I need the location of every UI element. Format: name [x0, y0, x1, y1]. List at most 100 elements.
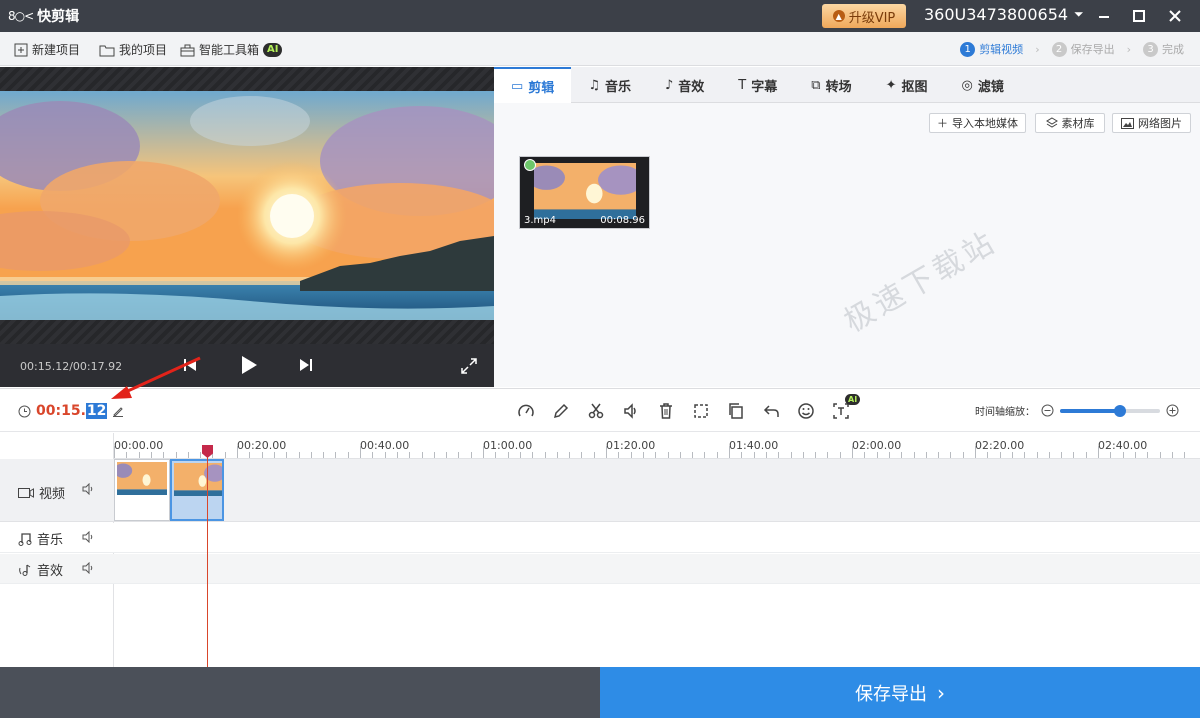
ai-badge: AI — [845, 394, 861, 405]
play-icon — [242, 356, 257, 374]
media-duration: 00:08.96 — [600, 215, 645, 226]
new-project-button[interactable]: 新建项目 — [14, 41, 80, 58]
import-local-media-button[interactable]: ＋ 导入本地媒体 — [929, 113, 1026, 133]
copy-button[interactable] — [718, 401, 753, 421]
ruler-minor-tick — [753, 452, 755, 458]
maximize-icon — [1133, 10, 1145, 22]
ruler-label: 02:00.00 — [852, 439, 902, 452]
ruler-minor-tick — [581, 452, 583, 458]
my-projects-button[interactable]: 我的项目 — [99, 41, 167, 58]
upgrade-vip-button[interactable]: ▲ 升级VIP — [822, 4, 906, 28]
ruler-minor-tick — [741, 452, 743, 458]
smart-toolbox-button[interactable]: 智能工具箱 AI — [180, 41, 283, 58]
chevron-right-icon: › — [937, 680, 945, 705]
web-images-button[interactable]: 网络图片 — [1112, 113, 1191, 133]
edit-button[interactable] — [543, 401, 578, 421]
tab-text[interactable]: T 字幕 — [721, 67, 794, 103]
video-track-volume-button[interactable] — [82, 482, 94, 498]
tab-transition[interactable]: ⧉ 转场 — [794, 67, 868, 103]
trash-icon — [659, 403, 672, 419]
edit-pencil-icon[interactable] — [112, 405, 124, 417]
zoom-slider[interactable] — [1060, 404, 1160, 417]
ruler-minor-tick — [409, 452, 411, 458]
video-clip-selected[interactable] — [170, 459, 224, 521]
tab-sound-effect[interactable]: ♪ 音效 — [648, 67, 721, 103]
ruler-minor-tick — [679, 452, 681, 458]
main-toolbar: 新建项目 我的项目 智能工具箱 AI 1 剪辑视频 › 2 保存导出 › 3 完… — [0, 32, 1200, 66]
ruler-minor-tick — [126, 452, 128, 458]
tab-video-camera[interactable]: ▭ 剪辑 — [494, 67, 572, 103]
speaker-icon — [623, 403, 636, 419]
current-time-editor[interactable]: 00:15. 12 — [18, 403, 124, 419]
speed-button[interactable] — [508, 401, 543, 421]
ruler-minor-tick — [1024, 452, 1026, 458]
preview-bottom-border — [0, 320, 494, 344]
ruler-minor-tick — [815, 452, 817, 458]
ruler-minor-tick — [1134, 452, 1136, 458]
tab-magic-wand[interactable]: ✦ 抠图 — [869, 67, 945, 103]
step-complete: 3 完成 — [1143, 41, 1184, 57]
ruler-minor-tick — [544, 452, 546, 458]
maximize-button[interactable] — [1122, 0, 1156, 32]
play-button[interactable] — [239, 355, 259, 375]
fullscreen-button[interactable] — [460, 357, 478, 375]
sfx-track-label: 音效 — [18, 560, 63, 579]
ruler-minor-tick — [987, 452, 989, 458]
minimize-button[interactable] — [1087, 0, 1121, 32]
playback-controls: 00:15.12/00:17.92 — [0, 344, 494, 387]
previous-frame-button[interactable] — [182, 357, 198, 373]
zoom-in-icon[interactable] — [1166, 404, 1179, 417]
delete-button[interactable] — [648, 401, 683, 421]
music-track-volume-button[interactable] — [82, 530, 94, 546]
time-frames-selected[interactable]: 12 — [85, 403, 108, 419]
minimize-icon — [1099, 16, 1109, 18]
ruler-minor-tick — [913, 452, 915, 458]
material-library-button[interactable]: 素材库 — [1035, 113, 1105, 133]
app-title: 快剪辑 — [37, 9, 80, 25]
ai-subtitle-button[interactable]: AI — [823, 394, 861, 421]
magic-wand-icon: ✦ — [885, 77, 897, 93]
ruler-label: 00:20.00 — [237, 439, 287, 452]
media-item[interactable]: 3.mp4 00:08.96 — [519, 156, 650, 229]
user-account-menu[interactable]: 360U3473800654 ⏷ — [924, 5, 1084, 24]
sfx-track-volume-button[interactable] — [82, 561, 94, 577]
import-label: 导入本地媒体 — [952, 117, 1018, 130]
app-logo: 8○< 快剪辑 — [8, 6, 79, 26]
video-clip[interactable] — [114, 459, 170, 521]
volume-button[interactable] — [613, 401, 648, 421]
zoom-slider-knob[interactable] — [1114, 404, 1126, 417]
vip-label: 升级VIP — [848, 10, 896, 26]
ruler-minor-tick — [187, 452, 189, 458]
ruler-minor-tick — [1048, 452, 1050, 458]
tab-music-note[interactable]: ♫ 音乐 — [571, 67, 648, 103]
clip-thumbnail — [174, 463, 222, 496]
ruler-minor-tick — [569, 452, 571, 458]
ruler-minor-tick — [1184, 452, 1186, 458]
time-ruler[interactable]: 00:00.00 00:20.00 00:40.00 01:00.00 01:20.00… — [114, 433, 1200, 459]
video-track: 视频 — [0, 459, 1200, 522]
ruler-minor-tick — [950, 452, 952, 458]
close-button[interactable] — [1158, 0, 1192, 32]
crop-button[interactable] — [683, 401, 718, 421]
save-export-button[interactable]: 保存导出 › — [600, 667, 1200, 718]
ruler-minor-tick — [925, 452, 927, 458]
clip-frame-image — [174, 463, 222, 496]
ruler-label: 02:40.00 — [1098, 439, 1148, 452]
ruler-minor-tick — [1085, 452, 1087, 458]
ruler-minor-tick — [433, 452, 435, 458]
next-frame-button[interactable] — [298, 357, 314, 373]
ruler-minor-tick — [827, 452, 829, 458]
ruler-minor-tick — [962, 452, 964, 458]
tab-label: 滤镜 — [977, 79, 1004, 95]
video-frame[interactable] — [0, 91, 494, 320]
folder-icon — [99, 45, 115, 56]
ruler-label: 01:20.00 — [606, 439, 656, 452]
ruler-minor-tick — [901, 452, 903, 458]
music-track-label: 音乐 — [18, 529, 63, 548]
cut-button[interactable] — [578, 401, 613, 421]
sticker-button[interactable] — [788, 401, 823, 421]
new-project-label: 新建项目 — [32, 43, 81, 57]
zoom-out-icon[interactable] — [1041, 404, 1054, 417]
undo-button[interactable] — [753, 401, 788, 421]
tab-filter[interactable]: ◎ 滤镜 — [945, 67, 1021, 103]
